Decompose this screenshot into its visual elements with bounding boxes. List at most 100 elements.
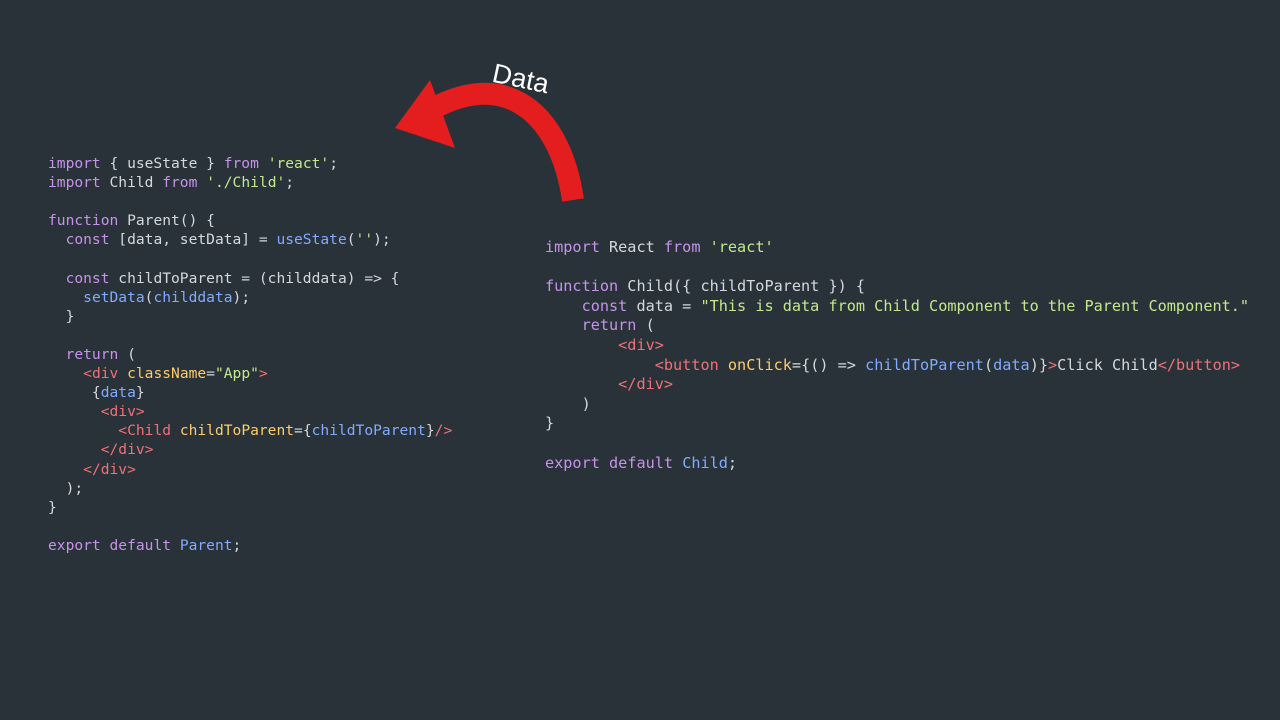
code-token: import	[48, 174, 101, 192]
code-token: ;	[329, 155, 338, 172]
code-line: const data = "This is data from Child Co…	[545, 296, 1250, 317]
code-token: (	[983, 355, 994, 374]
code-token: childToParent	[311, 422, 426, 440]
code-line: const [data, setData] = useState('');	[48, 230, 452, 249]
code-token: const	[65, 269, 110, 287]
code-token: onClick	[727, 355, 792, 374]
code-token: }	[48, 307, 75, 325]
code-token: }	[425, 422, 435, 440]
code-token: Child({ childToParent }) {	[618, 277, 866, 296]
code-token: Child	[682, 453, 728, 472]
code-line: {data}	[48, 383, 452, 402]
code-token: className	[127, 365, 207, 383]
code-line: export default Child;	[545, 454, 1249, 474]
child-component-code: import React from 'react' function Child…	[545, 238, 1249, 473]
code-line: <button onClick={() => childToParent(dat…	[545, 356, 1249, 376]
code-token: const	[65, 231, 110, 249]
code-token: "App"	[214, 365, 259, 383]
code-line: return (	[48, 345, 452, 364]
code-token: childdata	[153, 288, 233, 306]
code-token: ;	[285, 174, 295, 192]
code-token: { useState }	[100, 155, 224, 172]
code-token: Child	[100, 174, 163, 192]
code-token: from	[663, 238, 701, 256]
code-line: }	[48, 498, 452, 517]
code-line: <div>	[545, 336, 1249, 356]
code-token: import	[545, 238, 600, 256]
code-token: React	[599, 238, 664, 256]
code-line: <div>	[48, 402, 452, 421]
code-token: data	[100, 384, 136, 402]
code-line: <Child childToParent={childToParent}/>	[48, 421, 452, 440]
code-token: <div	[83, 365, 119, 383]
code-token: ;	[727, 453, 738, 472]
code-line: function Parent() {	[48, 211, 452, 230]
code-token: Parent	[179, 536, 233, 554]
code-token: function	[545, 277, 619, 296]
code-token: >	[1047, 355, 1058, 374]
code-token: "This is data from Child Component to th…	[700, 296, 1250, 315]
code-token: 'react'	[709, 238, 774, 256]
code-token: [data, setData] =	[109, 231, 277, 249]
code-token: </div>	[83, 460, 136, 478]
code-token: )}	[1029, 355, 1048, 374]
code-token: Click Child	[1057, 355, 1158, 374]
code-token: ={() =>	[791, 355, 866, 374]
code-token: data	[993, 355, 1030, 374]
code-token: =	[206, 365, 215, 383]
code-token: </div>	[100, 441, 154, 459]
code-token: const	[581, 296, 628, 315]
code-line: </div>	[48, 460, 452, 479]
code-token: default	[609, 453, 674, 472]
code-token: childToParent	[865, 355, 984, 374]
code-line: import React from 'react'	[545, 238, 1249, 258]
code-token: }	[135, 384, 145, 402]
code-token: function	[48, 212, 119, 230]
parent-component-code: import { useState } from 'react'; import …	[48, 154, 452, 555]
code-token: return	[65, 345, 119, 363]
code-token: </div>	[618, 375, 674, 394]
code-line: return (	[545, 316, 1249, 336]
code-token: );	[48, 479, 84, 497]
code-token: >	[258, 365, 268, 383]
code-token: default	[109, 536, 172, 554]
code-token: />	[434, 422, 453, 440]
code-token: }	[545, 414, 555, 433]
code-line: setData(childdata);	[48, 288, 452, 307]
code-token: )	[545, 394, 591, 413]
code-line: </div>	[545, 375, 1249, 395]
code-line: </div>	[48, 440, 452, 459]
code-token: ;	[232, 536, 242, 554]
code-token: </button>	[1157, 355, 1241, 374]
code-line: export default Parent;	[48, 536, 452, 555]
code-token: }	[48, 498, 57, 516]
code-token: );	[232, 288, 251, 306]
code-token: setData	[83, 288, 145, 306]
code-token: (	[118, 345, 136, 363]
code-token: (	[346, 231, 356, 249]
